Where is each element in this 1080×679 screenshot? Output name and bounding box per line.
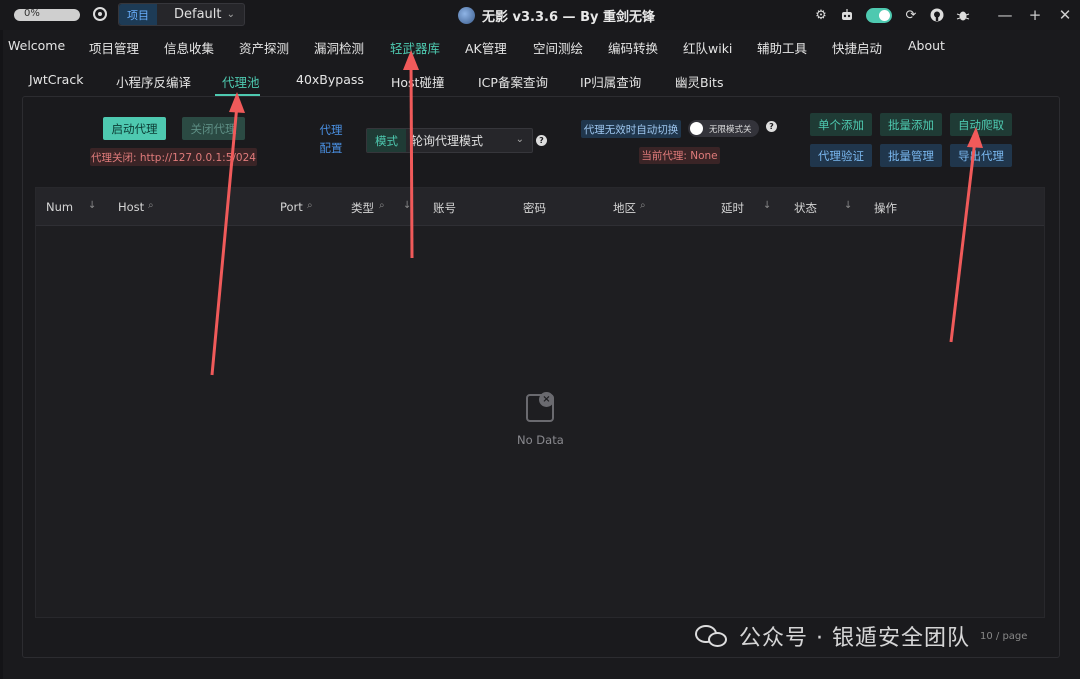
arrow-to-auto-crawl (949, 127, 983, 343)
annotation-arrows (210, 50, 983, 376)
arrow-to-light-arsenal (403, 50, 419, 259)
arrow-to-proxy-pool (210, 92, 245, 376)
